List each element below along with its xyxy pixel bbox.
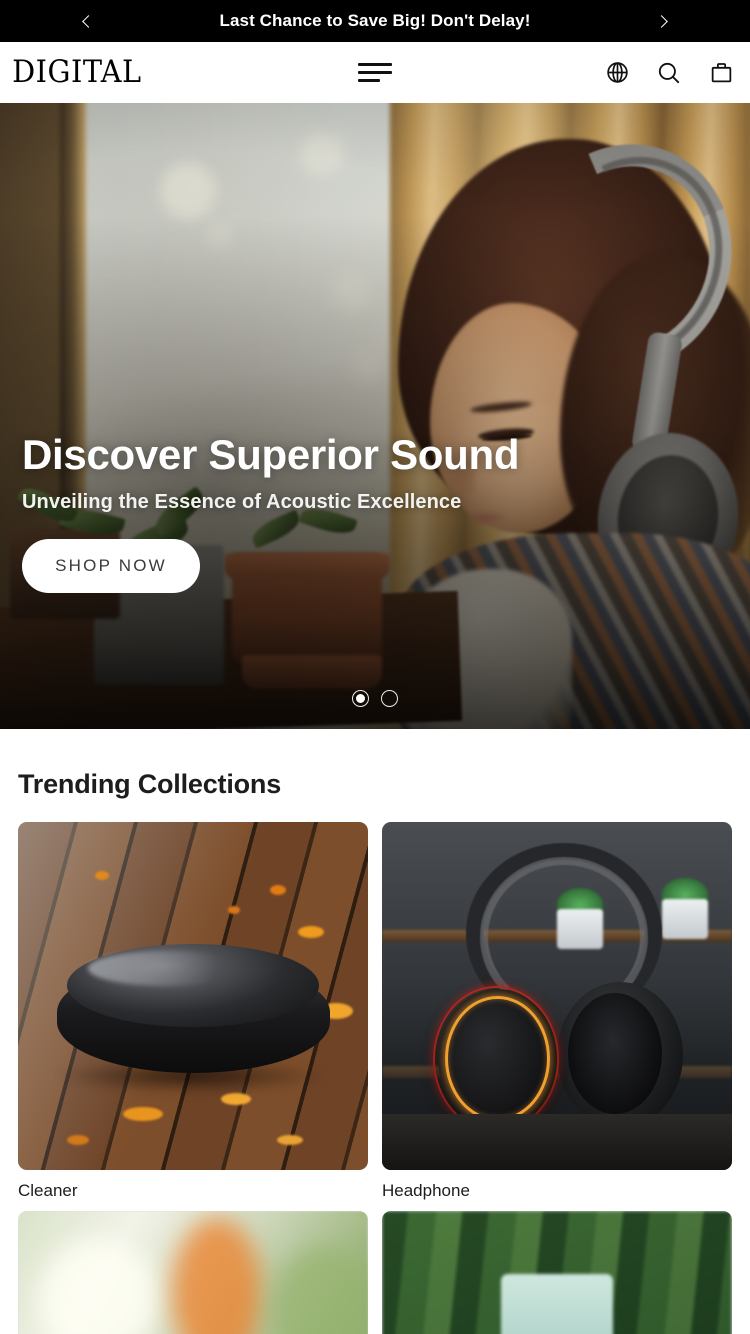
trending-collections-section: Trending Collections Cleaner Headphone (0, 729, 750, 1334)
collection-image-4 (382, 1211, 732, 1334)
logo[interactable]: DIGITAL (12, 57, 142, 88)
mobile-store-page: Last Chance to Save Big! Don't Delay! DI… (0, 0, 750, 1334)
chevron-left-icon (82, 14, 95, 28)
collection-card-headphone[interactable]: Headphone (382, 822, 732, 1201)
collection-label: Headphone (382, 1181, 470, 1200)
shop-now-button[interactable]: SHOP NOW (22, 539, 200, 593)
hero-content: Discover Superior Sound Unveiling the Es… (22, 430, 520, 593)
collection-card-cleaner[interactable]: Cleaner (18, 822, 368, 1201)
collection-card-4[interactable] (382, 1211, 732, 1334)
collections-grid: Cleaner Headphone (18, 822, 732, 1334)
search-icon[interactable] (654, 58, 684, 88)
hero-carousel-dots (352, 690, 398, 707)
carousel-dot-2[interactable] (381, 690, 398, 707)
site-header: DIGITAL (0, 42, 750, 103)
collection-image-headphone (382, 822, 732, 1170)
collection-image-cleaner (18, 822, 368, 1170)
collection-card-3[interactable] (18, 1211, 368, 1334)
collection-label: Cleaner (18, 1181, 78, 1200)
announcement-next-button[interactable] (640, 0, 686, 42)
hero-image (0, 103, 750, 729)
announcement-prev-button[interactable] (64, 0, 110, 42)
hero-subtitle: Unveiling the Essence of Acoustic Excell… (22, 491, 462, 513)
globe-icon[interactable] (602, 58, 632, 88)
shopping-bag-icon[interactable] (706, 58, 736, 88)
hero-banner[interactable]: Discover Superior Sound Unveiling the Es… (0, 103, 750, 729)
announcement-bar: Last Chance to Save Big! Don't Delay! (0, 0, 750, 42)
carousel-dot-1[interactable] (352, 690, 369, 707)
chevron-right-icon (655, 14, 668, 28)
announcement-text: Last Chance to Save Big! Don't Delay! (219, 11, 531, 30)
hamburger-menu-icon[interactable] (358, 63, 392, 82)
hero-title: Discover Superior Sound (22, 430, 520, 478)
collection-image-3 (18, 1211, 368, 1334)
header-icon-group (602, 58, 736, 88)
section-title: Trending Collections (18, 769, 282, 799)
